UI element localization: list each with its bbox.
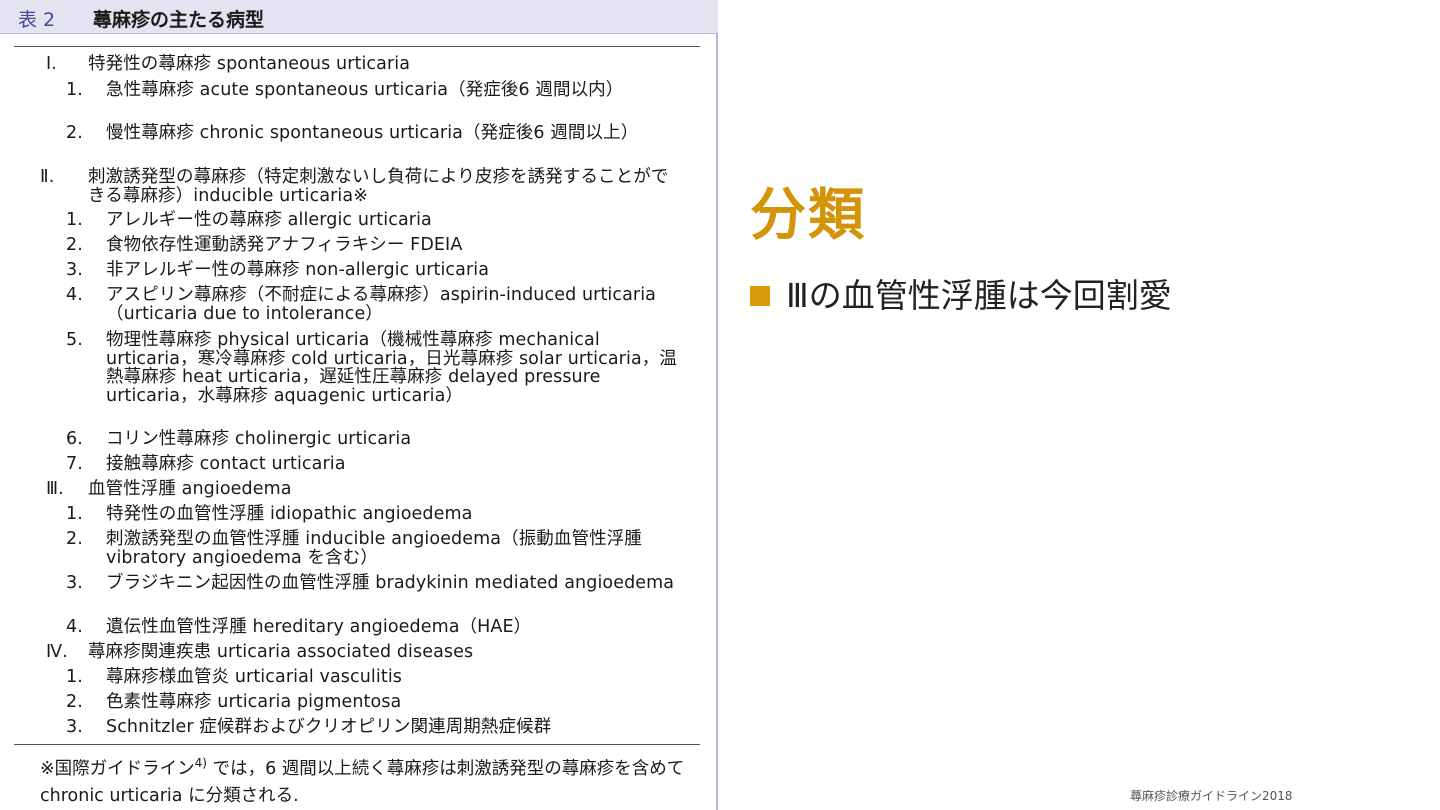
- row-text: 血管性浮腫 angioedema: [88, 479, 292, 499]
- row-text: 慢性蕁麻疹 chronic spontaneous urticaria（発症後6…: [106, 123, 639, 143]
- row-text: 非アレルギー性の蕁麻疹 non-allergic urticaria: [106, 260, 490, 280]
- row-number: 2.: [66, 529, 83, 549]
- bullet-text: Ⅲの血管性浮腫は今回割愛: [786, 276, 1172, 315]
- row-number: 6.: [66, 429, 83, 449]
- row-number: Ⅰ.: [46, 54, 57, 74]
- row-number: 3.: [66, 717, 83, 737]
- row-number: 2.: [66, 692, 83, 712]
- row-number: 4.: [66, 285, 83, 305]
- row-number: 3.: [66, 573, 83, 593]
- row-number: Ⅲ.: [46, 479, 64, 499]
- row-number: 5.: [66, 330, 83, 350]
- row-number: Ⅱ.: [40, 167, 55, 187]
- row-text: Schnitzler 症候群およびクリオピリン関連周期熱症候群: [106, 717, 552, 737]
- row-number: 1.: [66, 210, 83, 230]
- row-number: Ⅳ.: [46, 642, 68, 662]
- row-text: 蕁麻疹様血管炎 urticarial vasculitis: [106, 667, 402, 687]
- table-top-rule: [14, 46, 700, 47]
- row-number: 3.: [66, 260, 83, 280]
- row-text: ブラジキニン起因性の血管性浮腫 bradykinin mediated angi…: [106, 573, 675, 593]
- row-text: 色素性蕁麻疹 urticaria pigmentosa: [106, 692, 402, 712]
- row-number: 4.: [66, 617, 83, 637]
- row-text: アスピリン蕁麻疹（不耐症による蕁麻疹）aspirin-induced urtic…: [106, 285, 656, 324]
- row-text: 刺激誘発型の血管性浮腫 inducible angioedema（振動血管性浮腫…: [106, 529, 642, 568]
- row-number: 7.: [66, 454, 83, 474]
- source-credit: 蕁麻疹診療ガイドライン2018: [1130, 789, 1293, 803]
- row-text: 刺激誘発型の蕁麻疹（特定刺激ないし負荷により皮疹を誘発することができる蕁麻疹）i…: [88, 167, 669, 206]
- table-label: 表 2: [18, 9, 56, 31]
- footnote-reference: 4): [194, 756, 207, 770]
- row-text: 食物依存性運動誘発アナフィラキシー FDEIA: [106, 235, 463, 255]
- slide-heading: 分類: [750, 183, 866, 248]
- row-text: アレルギー性の蕁麻疹 allergic urticaria: [106, 210, 432, 230]
- urticaria-classification-table: 表 2 蕁麻疹の主たる病型 Ⅰ. 特発性の蕁麻疹 spontaneous urt…: [0, 0, 718, 810]
- row-text: 急性蕁麻疹 acute spontaneous urticaria（発症後6 週…: [106, 80, 624, 100]
- row-text: 物理性蕁麻疹 physical urticaria（機械性蕁麻疹 mechani…: [106, 330, 677, 406]
- row-number: 2.: [66, 235, 83, 255]
- row-text: 蕁麻疹関連疾患 urticaria associated diseases: [88, 642, 474, 662]
- row-text: 特発性の蕁麻疹 spontaneous urticaria: [88, 54, 411, 74]
- table-footnote: ※国際ガイドライン4) では，6 週間以上続く蕁麻疹は刺激誘発型の蕁麻疹を含めて…: [40, 750, 690, 810]
- square-bullet-icon: [750, 286, 770, 306]
- row-number: 2.: [66, 123, 83, 143]
- row-text: 特発性の血管性浮腫 idiopathic angioedema: [106, 504, 473, 524]
- row-text: 接触蕁麻疹 contact urticaria: [106, 454, 346, 474]
- row-text: コリン性蕁麻疹 cholinergic urticaria: [106, 429, 412, 449]
- bullet-item: Ⅲの血管性浮腫は今回割愛: [750, 274, 1410, 318]
- row-number: 1.: [66, 667, 83, 687]
- row-number: 1.: [66, 80, 83, 100]
- table-header: 表 2 蕁麻疹の主たる病型: [0, 0, 718, 34]
- footnote-text-start: ※国際ガイドライン: [40, 758, 195, 779]
- row-text: 遺伝性血管性浮腫 hereditary angioedema（HAE）: [106, 617, 532, 637]
- table-bottom-rule: [14, 744, 700, 745]
- table-title: 蕁麻疹の主たる病型: [93, 9, 265, 31]
- row-number: 1.: [66, 504, 83, 524]
